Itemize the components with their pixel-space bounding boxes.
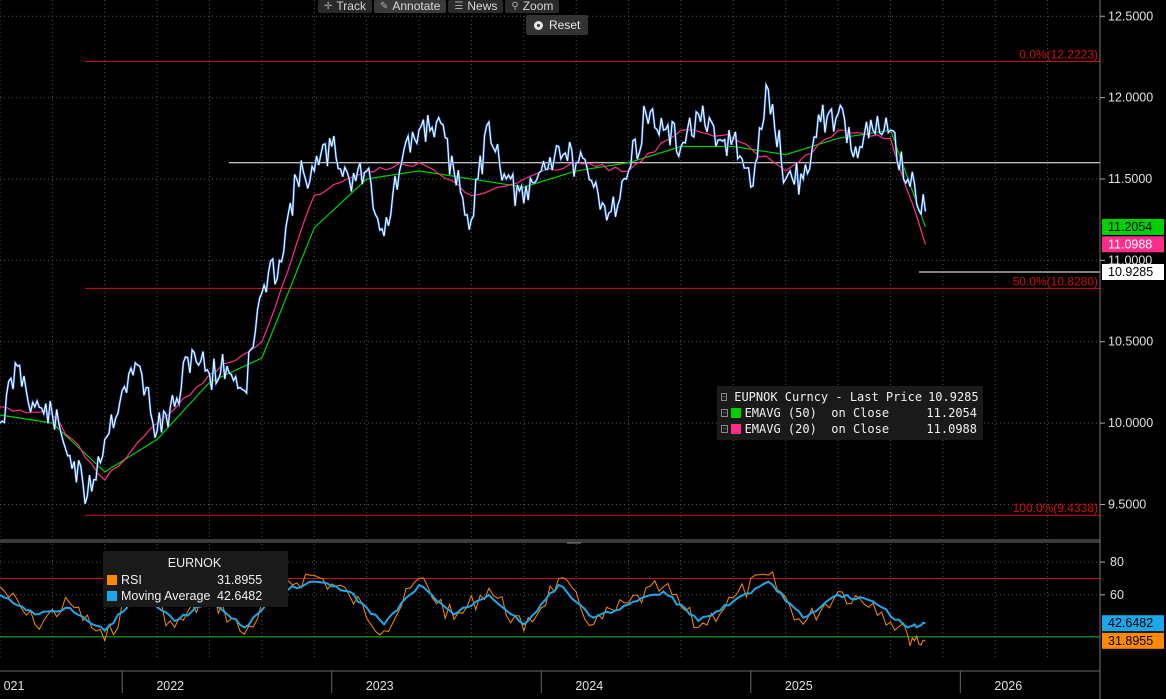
reset-button[interactable]: Reset <box>526 15 588 35</box>
news-button[interactable]: ☰ News <box>448 0 504 13</box>
fib-level-label: 50.0%(10.8280) <box>1013 274 1098 288</box>
legend-value: 11.2054 <box>926 406 977 420</box>
legend-row-ema20[interactable]: − EMAVG (20) on Close 11.0988 <box>721 421 977 437</box>
x-tick-label: 2024 <box>575 679 603 693</box>
chart-toolbar: ✛ Track ✎ Annotate ☰ News ⚲ Zoom <box>318 0 560 13</box>
ema20-swatch <box>731 424 741 434</box>
y-tick-label: 12.0000 <box>1108 91 1153 105</box>
rsi-swatch <box>107 575 117 585</box>
legend-name: EMAVG (20) on Close <box>744 422 890 436</box>
x-tick-label: 2022 <box>156 679 184 693</box>
x-tick-label: 2025 <box>785 679 813 693</box>
legend-value: 11.0988 <box>926 422 977 436</box>
rsi-y-tick-label: 60 <box>1110 588 1124 602</box>
annotate-button[interactable]: ✎ Annotate <box>373 0 447 13</box>
rsi-legend-title: EURNOK <box>167 556 222 570</box>
magnifier-icon: ⚲ <box>511 1 519 12</box>
collapse-icon[interactable]: − <box>721 425 729 433</box>
y-tick-label: 12.5000 <box>1108 9 1153 23</box>
y-tick-label: 10.5000 <box>1108 335 1153 349</box>
legend-value: 42.6482 <box>217 589 263 603</box>
legend-row-price[interactable]: − EUPNOK Curncy - Last Price 10.9285 <box>721 389 979 405</box>
price-plot-area: 0.0%(12.2223) 50.0%(10.8280) 100.0%(9.4338… <box>0 47 1100 516</box>
pencil-icon: ✎ <box>379 1 389 12</box>
y-tick-label: 10.0000 <box>1108 416 1153 430</box>
rsi-ma-last-value-tag: 42.6482 <box>1108 616 1153 630</box>
reset-radio-icon <box>534 20 543 30</box>
legend-value: 10.9285 <box>928 390 979 404</box>
legend-name: EMAVG (50) on Close <box>744 406 890 420</box>
ema20-last-value-tag: 11.0988 <box>1108 237 1152 251</box>
crosshair-icon: ✛ <box>324 1 333 12</box>
rsi-legend[interactable]: EURNOK RSI 31.8955 Moving Average 42.648… <box>103 551 288 607</box>
zoom-button[interactable]: ⚲ Zoom <box>505 0 560 13</box>
legend-name: EUPNOK Curncy - Last Price <box>734 390 923 404</box>
x-tick-label: 2023 <box>366 679 394 693</box>
legend-row-ema50[interactable]: − EMAVG (50) on Close 11.2054 <box>721 405 977 421</box>
x-tick-label: 021 <box>4 679 25 693</box>
news-label: News <box>467 0 498 13</box>
collapse-icon[interactable]: − <box>721 393 728 401</box>
legend-row-rsi-ma[interactable]: Moving Average 42.6482 <box>107 588 282 604</box>
legend-value: 31.8955 <box>217 573 263 587</box>
ema50-swatch <box>731 408 741 418</box>
rsi-y-tick-label: 80 <box>1110 555 1124 569</box>
legend-name: RSI <box>121 573 142 587</box>
price-legend[interactable]: − EUPNOK Curncy - Last Price 10.9285 − E… <box>717 386 983 440</box>
fib-level-label: 0.0%(12.2223) <box>1019 47 1098 61</box>
track-button[interactable]: ✛ Track <box>318 0 372 13</box>
fib-level-label: 100.0%(9.4338) <box>1013 501 1098 515</box>
rsi-last-value-tag: 31.8955 <box>1108 634 1153 648</box>
collapse-icon[interactable]: − <box>721 409 729 417</box>
legend-name: Moving Average <box>121 589 211 603</box>
zoom-label: Zoom <box>522 0 554 13</box>
annotate-label: Annotate <box>392 0 441 13</box>
news-icon: ☰ <box>454 1 464 12</box>
track-label: Track <box>336 0 366 13</box>
price-last-value-tag: 10.9285 <box>1108 265 1153 279</box>
y-tick-label: 9.5000 <box>1108 497 1146 511</box>
y-tick-label: 11.5000 <box>1108 172 1152 186</box>
rsi-ma-swatch <box>107 591 117 601</box>
legend-row-rsi[interactable]: RSI 31.8955 <box>107 572 282 588</box>
x-tick-label: 2026 <box>994 679 1022 693</box>
reset-label: Reset <box>549 18 581 32</box>
ema50-last-value-tag: 11.2054 <box>1108 220 1152 234</box>
